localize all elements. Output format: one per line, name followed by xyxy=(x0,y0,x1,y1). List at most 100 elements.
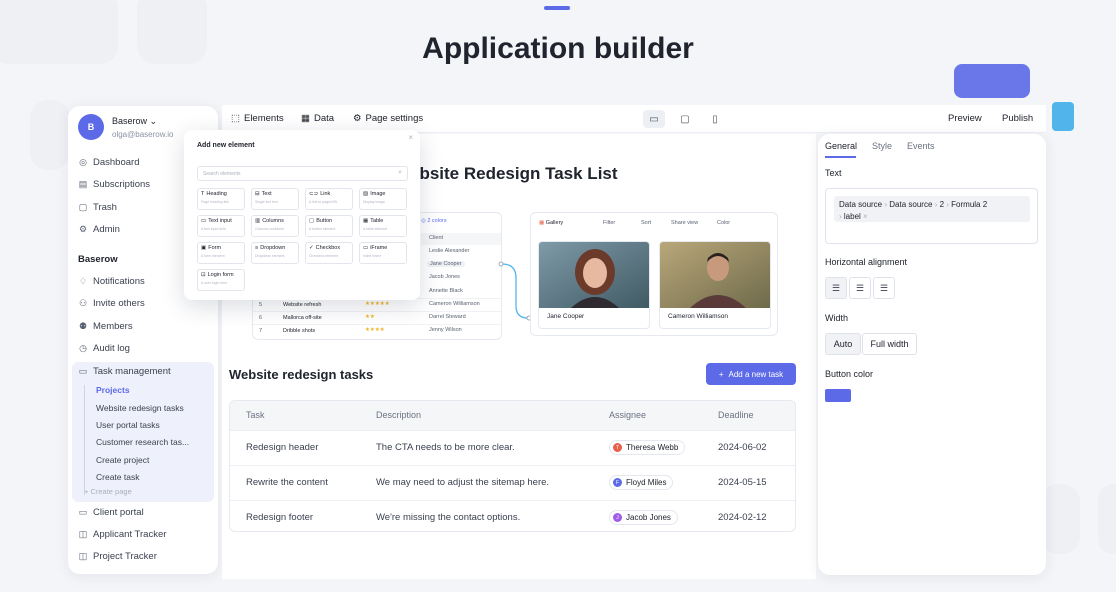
workspace-switcher[interactable]: B Baserow ⌄ olga@baserow.io xyxy=(78,114,174,140)
page-item-projects[interactable]: Projects xyxy=(96,385,130,395)
tab-events[interactable]: Events xyxy=(907,141,935,151)
tab-general[interactable]: General xyxy=(825,141,857,151)
sidebar-item-label: Trash xyxy=(93,202,117,213)
element-option-title: ▭ Text input xyxy=(201,218,241,224)
element-option[interactable]: ▭ Text input A text input field xyxy=(197,215,245,237)
client-cell: Leslie Alexander xyxy=(429,248,470,254)
element-option-title: ▦ Table xyxy=(363,218,403,224)
button-color-swatch[interactable] xyxy=(825,389,851,402)
gallery-preview: ▦ Gallery Filter Sort Share view Color J… xyxy=(530,212,778,336)
page-heading[interactable]: ebsite Redesign Task List xyxy=(410,164,618,184)
sidebar-item-client-portal[interactable]: ▭ Client portal xyxy=(78,507,144,518)
element-option[interactable]: ▥ Columns Columns container xyxy=(251,215,299,237)
table-row[interactable]: Redesign header The CTA needs to be more… xyxy=(230,430,795,465)
sidebar-item-admin[interactable]: ⚙ Admin xyxy=(78,224,120,235)
data-button[interactable]: ▦ Data xyxy=(301,113,334,124)
sidebar-item-task-management[interactable]: ▭ Task management xyxy=(78,366,171,377)
formula-token: 2 xyxy=(939,200,945,209)
add-task-button[interactable]: + Add a new task xyxy=(706,363,796,385)
element-option[interactable]: ✓ Checkbox Checkbox element xyxy=(305,242,353,264)
sidebar-item-label: Dashboard xyxy=(93,157,140,168)
editor-toolbar: ⬚ Elements ▦ Data ⚙ Page settings ▭ ▢ ▯ Pre… xyxy=(222,105,1046,133)
tablet-view-button[interactable]: ▢ xyxy=(674,110,696,128)
width-auto-button[interactable]: Auto xyxy=(825,333,861,355)
formula-token: Data source xyxy=(889,200,933,209)
element-option[interactable]: ▨ Image Display image xyxy=(359,188,407,210)
elements-label: Elements xyxy=(243,113,284,124)
element-option-label: Form xyxy=(208,245,222,251)
rating: ★★ xyxy=(365,314,375,320)
formula-token: label xyxy=(843,212,861,221)
element-type-icon: ✓ xyxy=(309,245,314,251)
tab-style[interactable]: Style xyxy=(872,141,892,151)
element-search-input[interactable]: Search elements ⌕ xyxy=(197,166,408,181)
sidebar-item-applicant-tracker[interactable]: ◫ Applicant Tracker xyxy=(78,529,167,540)
create-page-link[interactable]: + Create page xyxy=(84,487,132,496)
element-option-label: Heading xyxy=(206,191,227,197)
chevron-right-icon: › xyxy=(946,200,949,209)
page-item-create-task[interactable]: Create task xyxy=(96,472,139,482)
sidebar-item-label: Audit log xyxy=(93,343,130,354)
preview-button[interactable]: Preview xyxy=(948,113,982,124)
align-left-button[interactable]: ☰ xyxy=(825,277,847,299)
invite-icon: ⚇ xyxy=(78,298,88,308)
assignee-avatar: J xyxy=(613,513,622,522)
align-center-button[interactable]: ☰ xyxy=(849,277,871,299)
workspace-section-title: Baserow xyxy=(78,254,118,265)
admin-icon: ⚙ xyxy=(78,224,88,234)
element-option[interactable]: ▦ Table A table element xyxy=(359,215,407,237)
element-option[interactable]: T Heading Page heading title xyxy=(197,188,245,210)
table-row[interactable]: Redesign footer We're missing the contac… xyxy=(230,500,795,531)
page-item-customer-research-tasks[interactable]: Customer research tas... xyxy=(96,437,189,447)
element-option[interactable]: ▭ iFrame Inline frame xyxy=(359,242,407,264)
sidebar-item-dashboard[interactable]: ◎ Dashboard xyxy=(78,157,139,168)
sidebar-item-label: Invite others xyxy=(93,298,145,309)
element-option[interactable]: ⊂⊃ Link A link to page/URL xyxy=(305,188,353,210)
element-option-title: ≡ Dropdown xyxy=(255,245,295,251)
element-option-title: ▣ Form xyxy=(201,245,241,251)
page-settings-button[interactable]: ⚙ Page settings xyxy=(353,113,423,124)
sidebar-item-notifications[interactable]: ♢ Notifications xyxy=(78,276,145,287)
page-item-website-redesign-tasks[interactable]: Website redesign tasks xyxy=(96,403,184,413)
gear-icon: ⚙ xyxy=(353,113,362,124)
publish-button[interactable]: Publish xyxy=(1002,113,1033,124)
element-type-icon: ⊟ xyxy=(255,191,260,197)
elements-button[interactable]: ⬚ Elements xyxy=(231,113,284,124)
sidebar-item-project-tracker[interactable]: ◫ Project Tracker xyxy=(78,551,157,562)
assignee-avatar: T xyxy=(613,443,622,452)
publish-label: Publish xyxy=(1002,113,1034,124)
sidebar-item-trash[interactable]: ▢ Trash xyxy=(78,202,117,213)
connector-line xyxy=(498,261,532,321)
width-full-button[interactable]: Full width xyxy=(862,333,917,355)
remove-token-icon[interactable]: × xyxy=(863,212,868,221)
sidebar-item-subscriptions[interactable]: ▤ Subscriptions xyxy=(78,179,150,190)
close-icon[interactable]: × xyxy=(408,133,413,142)
element-option[interactable]: ⊟ Text Single line text xyxy=(251,188,299,210)
mobile-view-button[interactable]: ▯ xyxy=(704,110,726,128)
desktop-view-button[interactable]: ▭ xyxy=(643,110,665,128)
element-option-title: ✓ Checkbox xyxy=(309,245,349,251)
element-option[interactable]: ▣ Form A form element xyxy=(197,242,245,264)
row-name: Dribble shots xyxy=(283,328,316,334)
element-option[interactable]: ≡ Dropdown Dropdown element xyxy=(251,242,299,264)
width-label: Width xyxy=(825,313,849,323)
sidebar-item-label: Client portal xyxy=(93,507,144,518)
element-type-icon: ▦ xyxy=(363,218,369,224)
client-cell: Jacob Jones xyxy=(429,274,460,280)
element-option[interactable]: ▢ Button A button element xyxy=(305,215,353,237)
align-right-button[interactable]: ☰ xyxy=(873,277,895,299)
table-row[interactable]: Rewrite the content We may need to adjus… xyxy=(230,465,795,500)
element-option-label: Dropdown xyxy=(260,245,286,251)
page-item-create-project[interactable]: Create project xyxy=(96,455,149,465)
deadline-cell: 2024-02-12 xyxy=(718,512,767,523)
search-placeholder: Search elements xyxy=(203,171,241,177)
sidebar-item-invite[interactable]: ⚇ Invite others xyxy=(78,298,145,309)
element-option-label: Columns xyxy=(262,218,284,224)
text-label: Text xyxy=(825,168,842,178)
column-header: Task xyxy=(246,410,265,420)
page-item-user-portal-tasks[interactable]: User portal tasks xyxy=(96,420,160,430)
element-option[interactable]: ⊡ Login form A user login form xyxy=(197,269,245,291)
text-formula-input[interactable]: Data source › Data source › 2 › Formula … xyxy=(825,188,1038,244)
sidebar-item-audit-log[interactable]: ◷ Audit log xyxy=(78,343,130,354)
sidebar-item-members[interactable]: ⚉ Members xyxy=(78,321,133,332)
